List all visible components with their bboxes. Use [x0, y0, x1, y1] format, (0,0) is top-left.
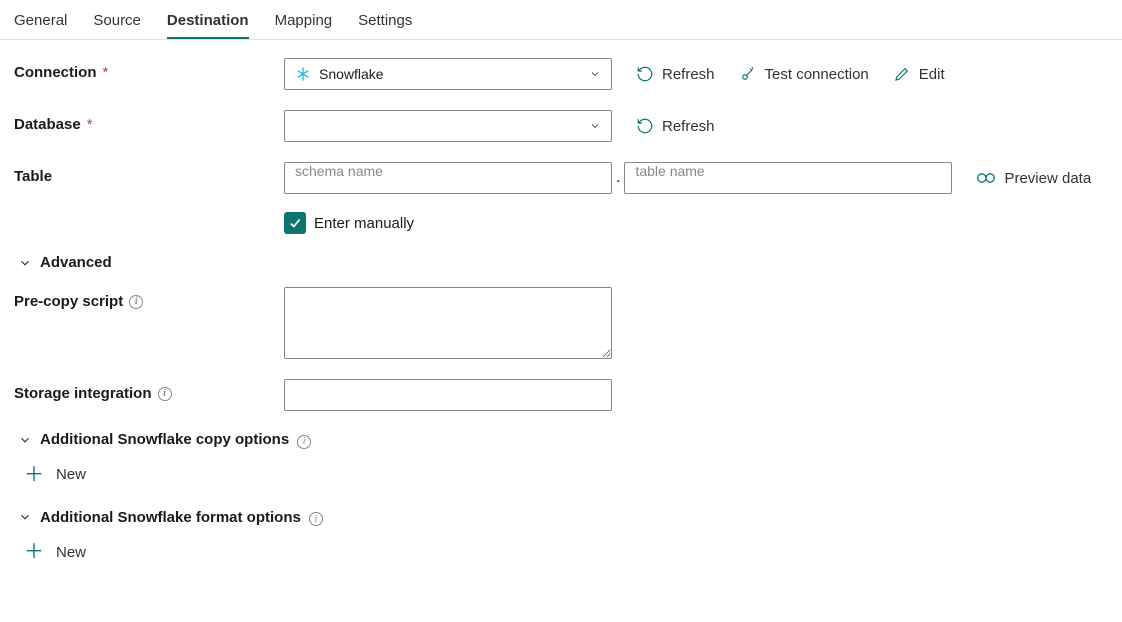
snowflake-icon — [295, 66, 311, 82]
chevron-down-icon — [18, 256, 32, 270]
edit-label: Edit — [919, 66, 945, 83]
table-label: Table — [14, 162, 284, 185]
new-format-option-button[interactable]: ＋ New — [24, 542, 1108, 562]
connection-label-text: Connection — [14, 64, 97, 81]
refresh-icon — [636, 65, 654, 83]
table-name-input[interactable]: table name — [624, 162, 952, 194]
enter-manually-label: Enter manually — [314, 215, 414, 232]
tab-settings[interactable]: Settings — [358, 8, 412, 39]
required-asterisk: * — [87, 116, 93, 133]
info-icon[interactable]: i — [158, 387, 172, 401]
tab-bar: General Source Destination Mapping Setti… — [0, 0, 1122, 40]
chevron-down-icon — [589, 120, 601, 132]
tab-source[interactable]: Source — [93, 8, 141, 39]
enter-manually-checkbox[interactable] — [284, 212, 306, 234]
new-label: New — [56, 544, 86, 561]
info-icon[interactable]: i — [129, 295, 143, 309]
advanced-label: Advanced — [40, 254, 112, 271]
test-connection-icon — [739, 65, 757, 83]
refresh-label: Refresh — [662, 118, 715, 135]
connection-select[interactable]: Snowflake — [284, 58, 612, 90]
format-options-section-toggle[interactable]: Additional Snowflake format options i — [14, 509, 1108, 527]
refresh-icon — [636, 117, 654, 135]
refresh-database-button[interactable]: Refresh — [636, 117, 715, 135]
new-copy-option-button[interactable]: ＋ New — [24, 465, 1108, 485]
chevron-down-icon — [18, 510, 32, 524]
refresh-connection-button[interactable]: Refresh — [636, 65, 715, 83]
info-icon[interactable]: i — [297, 431, 311, 449]
storage-integration-input[interactable] — [284, 379, 612, 411]
database-label-text: Database — [14, 116, 81, 133]
schema-name-input[interactable]: schema name — [284, 162, 612, 194]
preview-label: Preview data — [1004, 170, 1091, 187]
required-asterisk: * — [103, 64, 109, 81]
connection-selected-value: Snowflake — [319, 66, 384, 82]
advanced-section-toggle[interactable]: Advanced — [14, 254, 1108, 271]
tab-general[interactable]: General — [14, 8, 67, 39]
precopy-label-text: Pre-copy script — [14, 293, 123, 310]
preview-data-button[interactable]: Preview data — [976, 170, 1091, 187]
copy-options-section-toggle[interactable]: Additional Snowflake copy options i — [14, 431, 1108, 449]
tab-mapping[interactable]: Mapping — [275, 8, 333, 39]
database-label: Database * — [14, 110, 284, 133]
refresh-label: Refresh — [662, 66, 715, 83]
connection-label: Connection * — [14, 58, 284, 81]
chevron-down-icon — [589, 68, 601, 80]
edit-icon — [893, 65, 911, 83]
database-select[interactable] — [284, 110, 612, 142]
preview-icon — [976, 171, 996, 185]
storage-label: Storage integration i — [14, 379, 284, 402]
test-connection-button[interactable]: Test connection — [739, 65, 869, 83]
format-options-label: Additional Snowflake format options — [40, 509, 301, 526]
plus-icon: ＋ — [24, 465, 44, 485]
tab-destination[interactable]: Destination — [167, 8, 249, 39]
precopy-label: Pre-copy script i — [14, 287, 284, 310]
test-connection-label: Test connection — [765, 66, 869, 83]
dot-separator: . — [612, 169, 624, 187]
table-label-text: Table — [14, 168, 52, 185]
copy-options-label: Additional Snowflake copy options — [40, 431, 289, 448]
storage-label-text: Storage integration — [14, 385, 152, 402]
new-label: New — [56, 466, 86, 483]
info-icon[interactable]: i — [309, 509, 323, 527]
plus-icon: ＋ — [24, 542, 44, 562]
edit-connection-button[interactable]: Edit — [893, 65, 945, 83]
precopy-script-textarea[interactable] — [284, 287, 612, 359]
chevron-down-icon — [18, 433, 32, 447]
